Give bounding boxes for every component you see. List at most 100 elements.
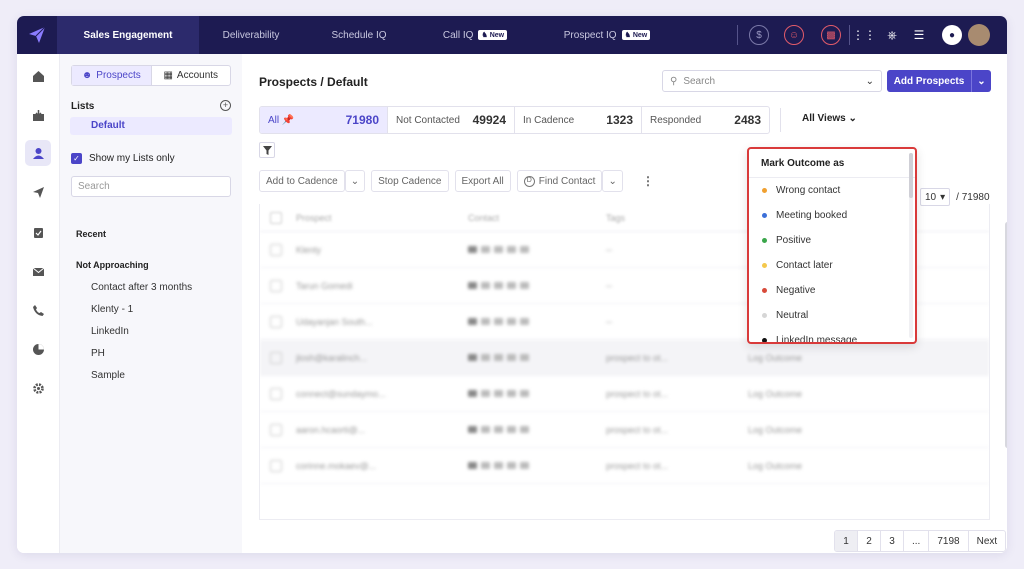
contact-icons [468,317,606,327]
divider [849,25,850,45]
add-prospects-button[interactable]: Add Prospects ⌄ [887,70,991,92]
select-all-checkbox[interactable] [270,211,282,224]
table-row[interactable]: aaron.hcaorti@... prospect to ot... Log … [260,412,989,448]
row-checkbox[interactable] [270,387,282,400]
stat-not-contacted[interactable]: Not Contacted 49924 [388,107,515,133]
settings-gear-icon[interactable] [25,375,51,401]
chevron-down-icon: ⌄ [848,113,857,124]
tab-schedule-iq[interactable]: Schedule IQ [307,16,411,54]
page-last-button[interactable]: 7198 [929,531,969,551]
next-page-button[interactable]: Next [969,531,1006,551]
prospects-icon[interactable] [25,140,51,166]
outcome-meeting-booked[interactable]: Meeting booked [749,203,915,228]
prospect-search-input[interactable]: ⚲ Search ⌄ [662,70,882,92]
row-checkbox[interactable] [270,459,282,472]
stat-responded[interactable]: Responded 2483 [642,107,769,133]
page-ellipsis: ... [904,531,930,551]
dropdown-scrollbar[interactable] [909,153,913,198]
tab-deliverability[interactable]: Deliverability [199,16,303,54]
list-item[interactable]: Klenty - 1 [91,304,133,315]
contact-icons [468,389,606,399]
tab-prospect-iq[interactable]: Prospect IQ ♞ New [539,16,675,54]
table-row[interactable]: corinne.mokaev@... prospect to ot... Log… [260,448,989,484]
phone-icon[interactable] [25,297,51,323]
list-item[interactable]: LinkedIn [91,326,129,337]
building-icon: ▦ [163,70,173,81]
bar-chart-icon[interactable]: ▩ [821,25,841,45]
export-all-button[interactable]: Export All [454,170,511,192]
notification-bell-icon[interactable]: ● [942,25,962,45]
row-checkbox[interactable] [270,243,282,256]
list-item[interactable]: Sample [91,370,125,381]
table-row[interactable]: jlosh@karalinch... prospect to ot... Log… [260,340,989,376]
outcome-linkedin-message[interactable]: LinkedIn message [749,328,915,342]
bulk-actions-toolbar: Add to Cadence ⌄ Stop Cadence Export All… [259,170,623,192]
total-count: / 71980 [956,191,990,203]
outcome-negative[interactable]: Negative [749,278,915,303]
chevron-down-icon: ⌄ [608,175,617,187]
row-checkbox[interactable] [270,279,282,292]
status-dot-icon [762,213,767,218]
page-2-button[interactable]: 2 [858,531,881,551]
inbox-icon[interactable] [25,102,51,128]
outcome-contact-later[interactable]: Contact later [749,253,915,278]
chevron-down-icon: ⌄ [865,75,874,87]
cadence-options-button[interactable]: ⌄ [344,170,366,192]
home-icon[interactable] [25,63,51,89]
page-1-button[interactable]: 1 [835,531,858,551]
list-search-input[interactable]: Search [71,176,231,197]
dollar-icon[interactable]: $ [749,25,769,45]
pagination: 1 2 3 ... 7198 Next [834,530,1007,552]
tab-call-iq[interactable]: Call IQ ♞ New [415,16,535,54]
find-contact-icon: D [523,175,535,187]
row-checkbox[interactable] [270,423,282,436]
status-dot-icon [762,238,767,243]
row-checkbox[interactable] [270,315,282,328]
pin-icon: 📌 [281,114,295,126]
user-circle-icon[interactable]: ☺ [784,25,804,45]
headset-icon[interactable]: ⎈ [883,26,901,44]
segment-accounts[interactable]: ▦ Accounts [152,66,231,85]
show-my-lists-toggle[interactable]: ✓ Show my Lists only [71,153,175,164]
checkbox-checked-icon[interactable]: ✓ [71,153,82,164]
chevron-down-icon[interactable]: ⌄ [971,70,991,92]
dropdown-title: Mark Outcome as [749,149,915,178]
outcome-wrong-contact[interactable]: Wrong contact [749,178,915,203]
page-3-button[interactable]: 3 [881,531,904,551]
stat-in-cadence[interactable]: In Cadence 1323 [515,107,642,133]
add-to-cadence-button[interactable]: Add to Cadence [259,170,345,192]
contact-icons [468,461,606,471]
more-options-icon[interactable]: ⋮ [642,174,654,188]
add-list-icon[interactable]: + [220,100,231,111]
contact-icons [468,425,606,435]
table-scrollbar[interactable] [1005,222,1007,448]
stat-all[interactable]: All 📌 71980 [260,107,388,133]
status-stats-bar: All 📌 71980 Not Contacted 49924 In Caden… [259,106,770,134]
pie-chart-icon[interactable] [25,336,51,362]
segment-prospects[interactable]: ☻ Prospects [72,66,152,85]
row-checkbox[interactable] [270,351,282,364]
mail-icon[interactable] [25,258,51,284]
avatar[interactable] [968,24,990,46]
outcome-neutral[interactable]: Neutral [749,303,915,328]
find-contact-button[interactable]: D Find Contact [516,170,603,192]
klenty-logo-icon[interactable] [17,16,57,54]
outcome-positive[interactable]: Positive [749,228,915,253]
filter-button[interactable] [259,142,275,158]
book-icon[interactable]: ☰ [910,26,928,44]
find-contact-options-button[interactable]: ⌄ [602,170,623,192]
list-item[interactable]: Contact after 3 months [91,282,192,293]
stop-cadence-button[interactable]: Stop Cadence [371,170,449,192]
clipboard-icon[interactable] [25,219,51,245]
people-icon: ☻ [81,70,93,81]
prospects-accounts-toggle: ☻ Prospects ▦ Accounts [71,65,231,86]
caret-down-icon: ▾ [940,191,946,203]
all-views-dropdown[interactable]: All Views ⌄ [802,113,857,124]
top-nav: Sales Engagement Deliverability Schedule… [17,16,1007,54]
table-row[interactable]: connect@sundaymo... prospect to ot... Lo… [260,376,989,412]
dialpad-icon[interactable]: ⋮⋮ [852,26,876,44]
send-icon[interactable] [25,179,51,205]
list-item-default[interactable]: Default [70,117,232,135]
list-item[interactable]: PH [91,348,105,359]
tab-sales-engagement[interactable]: Sales Engagement [57,16,199,54]
